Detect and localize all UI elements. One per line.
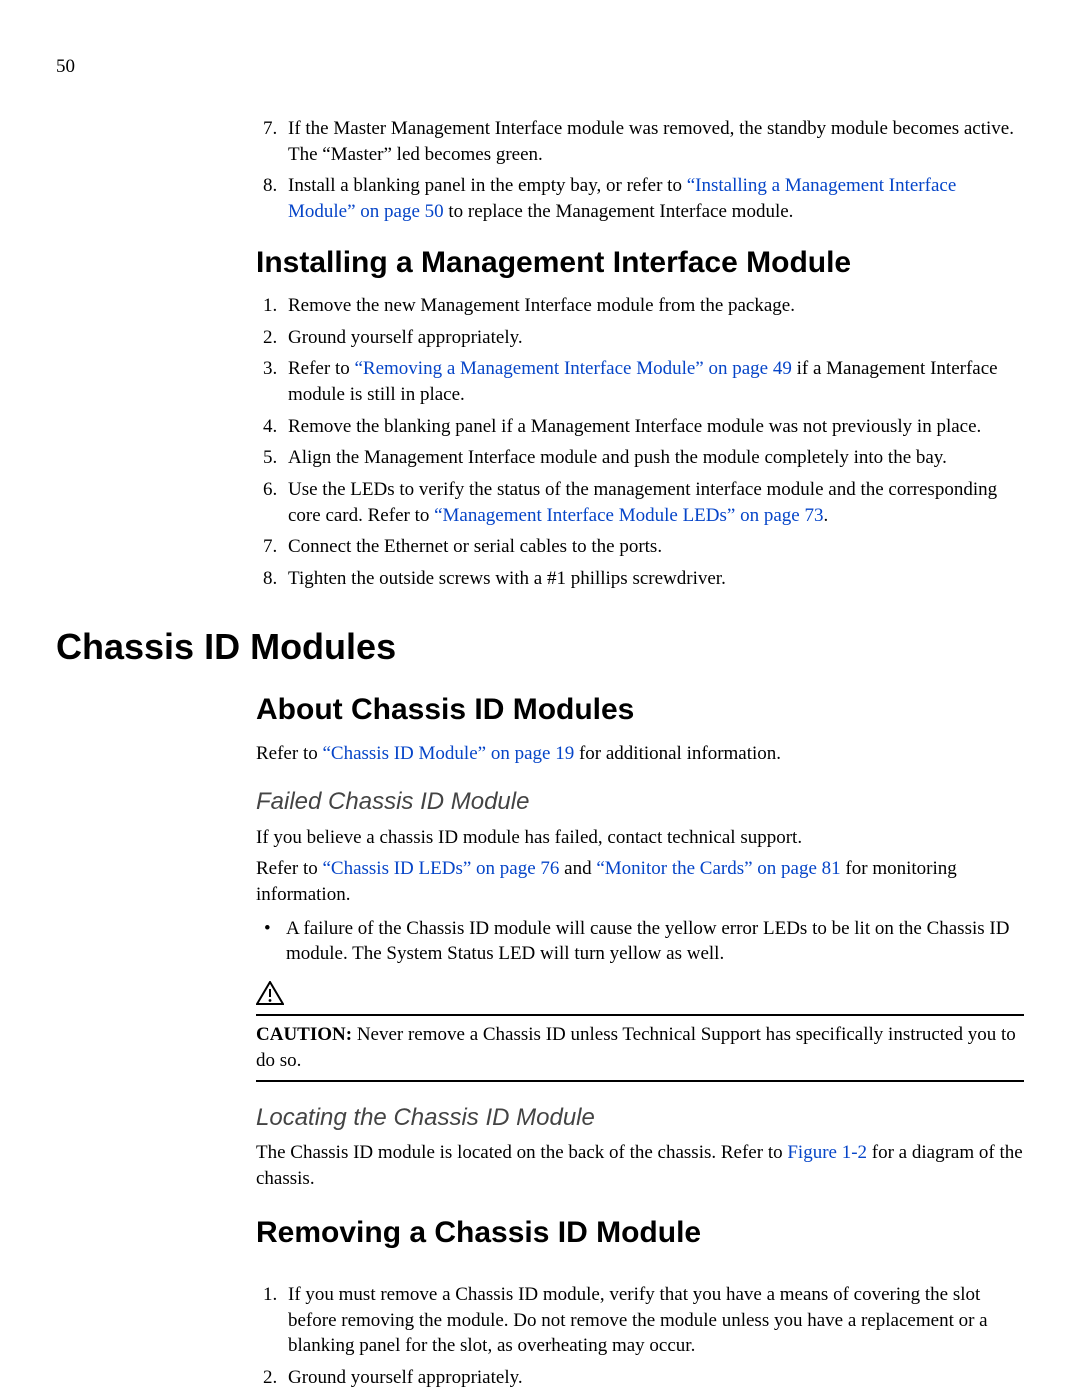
caution-icon [256,981,1024,1013]
locating-p-a: The Chassis ID module is located on the … [256,1142,787,1163]
failed-bullet: A failure of the Chassis ID module will … [256,916,1024,967]
remove-step-1: If you must remove a Chassis ID module, … [282,1282,1024,1359]
failed-p2-a: Refer to [256,858,322,879]
heading-chassis-id-modules: Chassis ID Modules [56,623,1024,672]
install-step-8-text: Tighten the outside screws with a #1 phi… [288,568,726,589]
failed-p2: Refer to “Chassis ID LEDs” on page 76 an… [256,856,1024,907]
link-remove-mim[interactable]: “Removing a Management Interface Module”… [354,358,791,379]
heading-failed-chassis-id: Failed Chassis ID Module [256,786,1024,818]
install-step-5: Align the Management Interface module an… [282,445,1024,471]
install-step-4-text: Remove the blanking panel if a Managemen… [288,416,981,437]
heading-removing-chassis-id: Removing a Chassis ID Module [256,1213,1024,1254]
about-paragraph: Refer to “Chassis ID Module” on page 19 … [256,741,1024,767]
link-chassis-id-module[interactable]: “Chassis ID Module” on page 19 [322,743,574,764]
link-chassis-id-leds[interactable]: “Chassis ID LEDs” on page 76 [322,858,559,879]
install-step-1: Remove the new Management Interface modu… [282,293,1024,319]
step-8-text-a: Install a blanking panel in the empty ba… [288,175,687,196]
step-7: If the Master Management Interface modul… [282,116,1024,167]
install-step-7-text: Connect the Ethernet or serial cables to… [288,536,662,557]
caution-label: CAUTION: [256,1024,352,1045]
install-step-2: Ground yourself appropriately. [282,325,1024,351]
caution-rule-bottom [256,1080,1024,1082]
about-p1-a: Refer to [256,743,322,764]
install-step-2-text: Ground yourself appropriately. [288,327,523,348]
failed-bullet-text: A failure of the Chassis ID module will … [286,918,1009,965]
failed-p1: If you believe a chassis ID module has f… [256,825,1024,851]
caution-text: CAUTION: Never remove a Chassis ID unles… [256,1022,1024,1073]
step-8: Install a blanking panel in the empty ba… [282,173,1024,224]
locating-p: The Chassis ID module is located on the … [256,1140,1024,1191]
step-7-text: If the Master Management Interface modul… [288,118,1014,165]
install-step-6: Use the LEDs to verify the status of the… [282,477,1024,528]
remove-step-2-text: Ground yourself appropriately. [288,1367,523,1388]
install-step-7: Connect the Ethernet or serial cables to… [282,534,1024,560]
install-step-5-text: Align the Management Interface module an… [288,447,947,468]
caution-block: CAUTION: Never remove a Chassis ID unles… [256,981,1024,1082]
remove-step-2: Ground yourself appropriately. [282,1365,1024,1391]
step-8-text-b: to replace the Management Interface modu… [444,201,794,222]
page-number: 50 [56,54,75,80]
install-step-3-a: Refer to [288,358,354,379]
caution-rule-top [256,1014,1024,1016]
heading-about-chassis-id: About Chassis ID Modules [256,690,1024,731]
failed-p2-mid: and [559,858,596,879]
caution-body: Never remove a Chassis ID unless Technic… [256,1024,1016,1071]
top-list-continued: If the Master Management Interface modul… [256,116,1024,225]
about-p1-b: for additional information. [574,743,781,764]
heading-locating-chassis-id: Locating the Chassis ID Module [256,1102,1024,1134]
install-step-1-text: Remove the new Management Interface modu… [288,295,795,316]
link-mim-leds[interactable]: “Management Interface Module LEDs” on pa… [434,505,823,526]
remove-step-1-text: If you must remove a Chassis ID module, … [288,1284,988,1356]
install-step-4: Remove the blanking panel if a Managemen… [282,414,1024,440]
page-content: If the Master Management Interface modul… [56,110,1024,1396]
install-step-8: Tighten the outside screws with a #1 phi… [282,566,1024,592]
heading-install-mim: Installing a Management Interface Module [256,243,1024,284]
install-step-3: Refer to “Removing a Management Interfac… [282,356,1024,407]
link-monitor-cards[interactable]: “Monitor the Cards” on page 81 [596,858,840,879]
link-figure-1-2[interactable]: Figure 1-2 [787,1142,867,1163]
install-step-6-b: . [823,505,828,526]
